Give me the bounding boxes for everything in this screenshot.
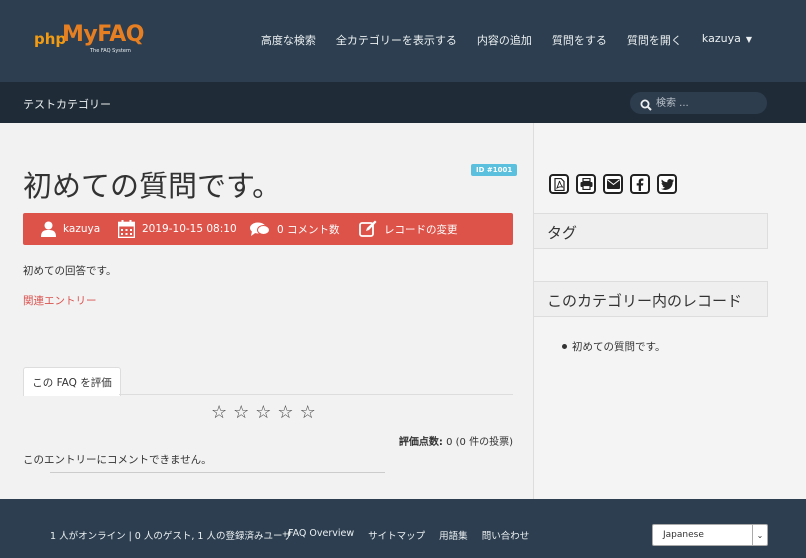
calendar-icon: [118, 220, 135, 238]
pdf-icon[interactable]: [549, 174, 569, 194]
language-select[interactable]: Japanese ⌄: [652, 524, 768, 546]
nav-ask-question[interactable]: 質問をする: [552, 32, 607, 48]
star-5[interactable]: ☆: [300, 402, 316, 424]
meta-date: 2019-10-15 08:10: [118, 213, 237, 245]
user-icon: [41, 221, 56, 237]
online-status: 1 人がオンライン | 0 人のゲスト, 1 人の登録済みユーザ: [50, 531, 292, 542]
answer-text: 初めての回答です。: [23, 265, 117, 277]
tags-panel: タグ: [534, 213, 768, 249]
facebook-icon[interactable]: [630, 174, 650, 194]
rating-value: 0 (0 件の投票): [442, 437, 513, 448]
footer-links: FAQ Overview サイトマップ 用語集 問い合わせ: [288, 528, 529, 542]
nav-advanced-search[interactable]: 高度な検索: [261, 32, 316, 48]
footer: 1 人がオンライン | 0 人のゲスト, 1 人の登録済みユーザ FAQ Ove…: [0, 499, 806, 558]
logo-name: MyFAQ: [62, 22, 144, 47]
star-4[interactable]: ☆: [277, 402, 293, 424]
edit-icon: [359, 220, 377, 237]
meta-edit[interactable]: レコードの変更: [359, 213, 458, 245]
logo[interactable]: php MyFAQ The FAQ System: [34, 22, 144, 56]
star-2[interactable]: ☆: [233, 402, 249, 424]
meta-comments: 0 コメント数: [250, 213, 340, 245]
language-value: Japanese: [663, 530, 704, 540]
id-badge: ID #1001: [471, 164, 518, 176]
list-item[interactable]: 初めての質問です。: [562, 339, 665, 354]
footer-link-contact[interactable]: 問い合わせ: [482, 528, 530, 542]
top-navbar: php MyFAQ The FAQ System 高度な検索 全カテゴリーを表示…: [0, 0, 806, 82]
category-title[interactable]: テストカテゴリー: [23, 96, 111, 112]
author-name: kazuya: [63, 223, 101, 235]
print-icon[interactable]: [576, 174, 596, 194]
tab-divider: [119, 394, 513, 395]
tab-rate-faq[interactable]: この FAQ を評価: [23, 367, 121, 396]
email-icon[interactable]: [603, 174, 623, 194]
star-3[interactable]: ☆: [255, 402, 271, 424]
records-list: 初めての質問です。: [562, 339, 665, 354]
search-input[interactable]: [656, 95, 756, 111]
search-icon[interactable]: [640, 96, 652, 115]
nav-open-questions[interactable]: 質問を開く: [627, 32, 682, 48]
comments-notice: このエントリーにコメントできません。: [23, 454, 212, 466]
meta-author: kazuya: [41, 213, 100, 245]
nav-add-content[interactable]: 内容の追加: [477, 32, 532, 48]
footer-link-faq-overview[interactable]: FAQ Overview: [288, 528, 354, 542]
search-box: [630, 92, 767, 114]
share-toolbar: [549, 174, 677, 194]
nav-all-categories[interactable]: 全カテゴリーを表示する: [336, 32, 457, 48]
tags-title: タグ: [547, 224, 578, 242]
star-1[interactable]: ☆: [211, 402, 227, 424]
logo-tagline: The FAQ System: [90, 48, 131, 54]
chevron-down-icon: ⌄: [752, 525, 767, 545]
rating-summary: 評価点数: 0 (0 件の投票): [399, 433, 513, 448]
sidebar: タグ このカテゴリー内のレコード 初めての質問です。: [533, 123, 806, 499]
twitter-icon[interactable]: [657, 174, 677, 194]
rating-label: 評価点数:: [398, 437, 443, 448]
divider: [50, 472, 385, 473]
records-panel: このカテゴリー内のレコード: [534, 281, 768, 317]
comment-count: 0 コメント数: [277, 223, 340, 236]
main-nav: 高度な検索 全カテゴリーを表示する 内容の追加 質問をする 質問を開く kazu…: [261, 32, 752, 48]
user-name: kazuya: [701, 32, 741, 45]
rating-stars: ☆ ☆ ☆ ☆ ☆: [211, 402, 316, 424]
meta-bar: kazuya 2019-10-15 08:10 0 コメント数 レコードの変更: [23, 213, 513, 245]
page-title: 初めての質問です。: [23, 169, 282, 203]
main-content: 初めての質問です。 ID #1001 kazuya 2019-10-15 08:…: [0, 123, 533, 499]
footer-link-glossary[interactable]: 用語集: [439, 528, 468, 542]
post-date: 2019-10-15 08:10: [142, 223, 237, 235]
caret-down-icon: ▼: [745, 35, 752, 44]
user-menu[interactable]: kazuya ▼: [702, 32, 752, 48]
edit-record-link[interactable]: レコードの変更: [384, 222, 458, 237]
comments-icon: [250, 222, 270, 236]
records-title: このカテゴリー内のレコード: [547, 292, 743, 310]
category-bar: テストカテゴリー: [0, 82, 806, 123]
related-entries-link[interactable]: 関連エントリー: [23, 293, 97, 308]
footer-link-sitemap[interactable]: サイトマップ: [368, 528, 425, 542]
